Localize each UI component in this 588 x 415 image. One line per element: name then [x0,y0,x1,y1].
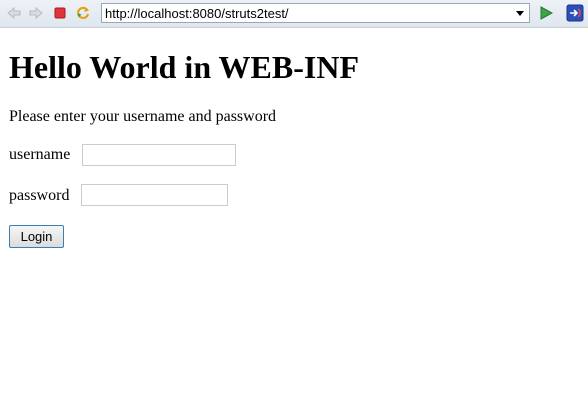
chevron-down-icon[interactable] [514,7,526,19]
address-bar[interactable]: http://localhost:8080/struts2test/ [101,3,530,23]
go-play-icon[interactable] [538,5,554,21]
external-browser-icon[interactable] [566,4,584,22]
password-field[interactable] [81,184,228,206]
forward-arrow-icon[interactable] [28,5,44,21]
browser-toolbar: http://localhost:8080/struts2test/ [0,0,588,28]
username-field[interactable] [82,144,236,166]
url-text[interactable]: http://localhost:8080/struts2test/ [105,5,289,22]
password-label: password [9,187,70,204]
intro-text: Please enter your username and password [9,108,277,125]
login-button[interactable]: Login [9,225,64,248]
back-arrow-icon[interactable] [6,5,22,21]
username-label: username [9,146,71,163]
stop-icon[interactable] [52,5,68,21]
page-content: Hello World in WEB-INF Please enter your… [0,28,588,415]
page-title: Hello World in WEB-INF [9,49,359,85]
refresh-icon[interactable] [75,5,91,21]
